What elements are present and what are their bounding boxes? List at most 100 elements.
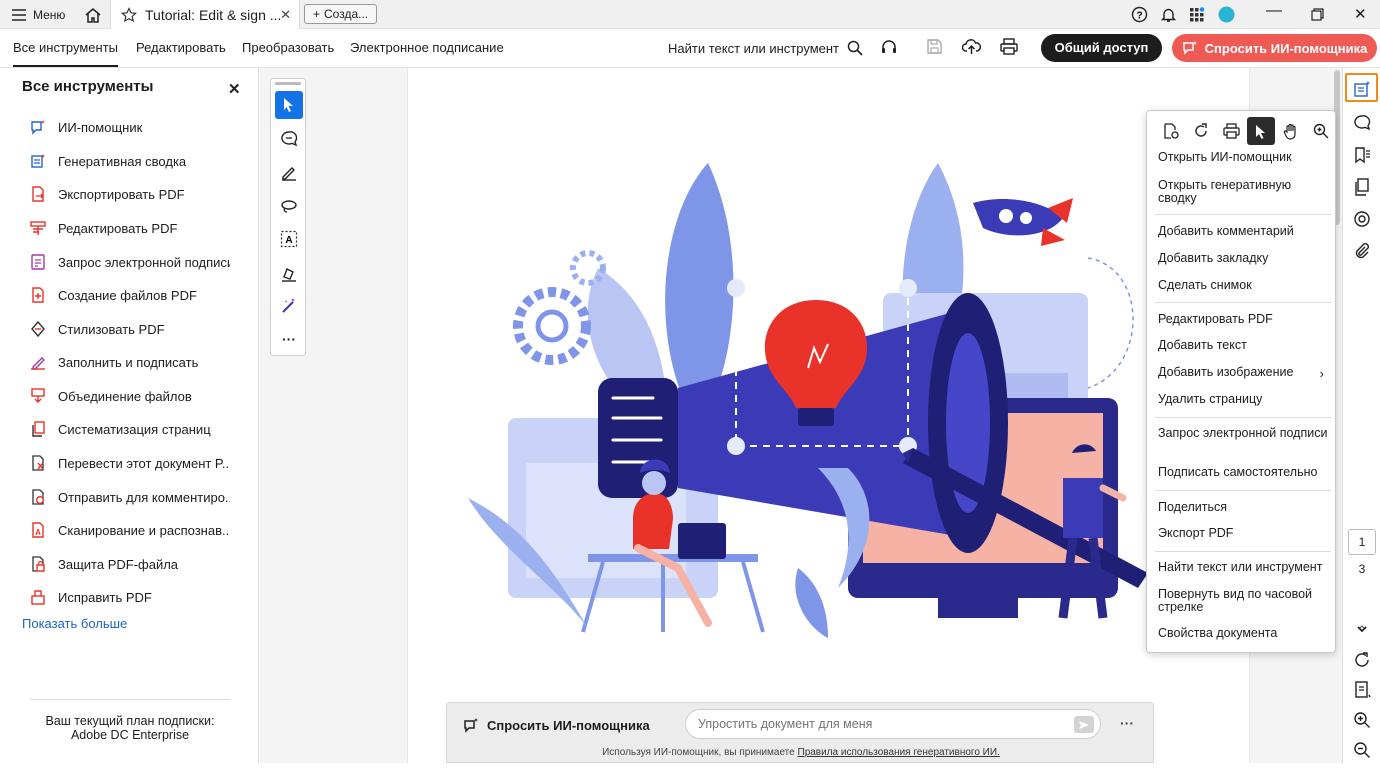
tool-fill-sign[interactable]: Заполнить и подписать [30, 351, 230, 373]
send-button[interactable] [1074, 716, 1094, 733]
attachment-icon[interactable] [1353, 242, 1371, 260]
drag-handle[interactable] [275, 82, 301, 85]
rotate-button[interactable] [1187, 117, 1215, 145]
create-tab-button[interactable]: + Созда... [304, 4, 378, 24]
tool-label: Сканирование и распознав... [58, 522, 230, 538]
close-tab-icon[interactable]: ✕ [280, 7, 291, 23]
apps-grid-icon[interactable] [1189, 6, 1206, 23]
share-button[interactable]: Общий доступ [1041, 34, 1162, 62]
ask-ai-button[interactable]: Спросить ИИ-помощника [1172, 34, 1377, 62]
tool-ai-assistant[interactable]: ИИ-помощник [30, 116, 230, 138]
menu-item-request-signature[interactable]: Запрос электронной подписи [1158, 427, 1330, 440]
stylize-pdf-icon [30, 321, 46, 337]
help-icon[interactable]: ? [1131, 6, 1148, 23]
cursor-arrow-icon [1255, 124, 1267, 139]
menu-item-find[interactable]: Найти текст или инструмент [1158, 561, 1330, 574]
sign-tool[interactable] [275, 259, 303, 287]
export-pdf-icon [30, 186, 46, 202]
close-window-icon[interactable]: ✕ [1354, 5, 1367, 23]
tool-label: Экспортировать PDF [58, 186, 185, 202]
ai-edit-tool[interactable] [275, 292, 303, 320]
highlight-tool[interactable] [275, 158, 303, 186]
pages-thumbnails-icon[interactable] [1353, 178, 1371, 196]
zoom-out-icon[interactable] [1353, 741, 1371, 759]
read-aloud-icon[interactable] [880, 38, 898, 56]
tool-edit-pdf[interactable]: Редактировать PDF [30, 217, 230, 239]
hand-tool-button[interactable] [1277, 117, 1305, 145]
home-button[interactable] [84, 0, 102, 29]
chevron-down-icon[interactable] [1353, 620, 1371, 638]
close-panel-icon[interactable]: ✕ [228, 80, 241, 98]
menu-item-share[interactable]: Поделиться [1158, 501, 1330, 514]
comment-tool[interactable] [275, 125, 303, 153]
layers-icon[interactable] [1353, 210, 1371, 228]
cursor-arrow-icon [282, 97, 296, 113]
avatar[interactable] [1218, 6, 1235, 23]
menu-item-add-comment[interactable]: Добавить комментарий [1158, 225, 1330, 238]
tab-convert[interactable]: Преобразовать [242, 29, 334, 67]
ai-bar-title[interactable]: Спросить ИИ-помощника [463, 717, 650, 733]
tool-combine-files[interactable]: Объединение файлов [30, 385, 230, 407]
find-text-tool[interactable]: Найти текст или инструмент [668, 29, 863, 67]
tab-e-sign[interactable]: Электронное подписание [350, 29, 504, 67]
select-cursor-button[interactable] [1247, 117, 1275, 145]
ai-prompt-input[interactable] [685, 709, 1101, 739]
plan-label: Ваш текущий план подписки: [45, 714, 215, 728]
bell-icon[interactable] [1160, 6, 1177, 23]
print-icon [1222, 123, 1240, 139]
comments-panel-icon[interactable] [1353, 114, 1371, 132]
tool-request-signature[interactable]: Запрос электронной подписи [30, 251, 230, 273]
minimize-icon[interactable]: — [1266, 2, 1282, 20]
combine-files-icon [30, 388, 46, 404]
page-view-icon[interactable] [1353, 681, 1371, 699]
zoom-button[interactable] [1307, 117, 1335, 145]
menu-item-rotate-clockwise[interactable]: Повернуть вид по часовой стрелке [1158, 588, 1330, 614]
menu-item-sign-yourself[interactable]: Подписать самостоятельно [1158, 466, 1330, 479]
tab-edit[interactable]: Редактировать [136, 29, 226, 67]
tool-protect-pdf[interactable]: Защита PDF-файла [30, 553, 230, 575]
document-page[interactable] [407, 68, 1250, 763]
menu-item-open-ai[interactable]: Открыть ИИ-помощник [1158, 151, 1330, 164]
menu-item-snapshot[interactable]: Сделать снимок [1158, 279, 1330, 292]
print-icon[interactable] [1000, 38, 1018, 55]
show-more-link[interactable]: Показать больше [22, 616, 127, 631]
menu-button[interactable]: Меню [12, 0, 65, 29]
zoom-in-icon[interactable] [1353, 711, 1371, 729]
draw-tool[interactable] [275, 192, 303, 220]
page-thumbnail-button[interactable] [1157, 117, 1185, 145]
more-tools-icon[interactable]: ··· [275, 325, 303, 353]
menu-item-document-properties[interactable]: Свойства документа [1158, 627, 1330, 640]
tool-generative-summary[interactable]: Генеративная сводка [30, 150, 230, 172]
tool-scan-ocr[interactable]: A Сканирование и распознав... [30, 519, 230, 541]
tool-fix-pdf[interactable]: Исправить PDF [30, 586, 230, 608]
menu-item-open-summary[interactable]: Открыть генеративную сводку [1158, 179, 1330, 205]
current-page-input[interactable]: 1 [1348, 529, 1376, 555]
text-box-tool[interactable]: A [275, 225, 303, 253]
tool-translate[interactable]: Перевести этот документ P... [30, 452, 230, 474]
menu-item-add-image[interactable]: Добавить изображение › [1158, 366, 1330, 381]
menu-item-edit-pdf[interactable]: Редактировать PDF [1158, 313, 1330, 326]
ai-terms-link[interactable]: Правила использования генеративного ИИ. [798, 747, 1000, 758]
menu-item-export-pdf[interactable]: Экспорт PDF [1158, 527, 1330, 540]
tab-all-tools[interactable]: Все инструменты [13, 29, 118, 67]
tool-organize-pages[interactable]: Систематизация страниц [30, 418, 230, 440]
tool-create-pdf[interactable]: Создание файлов PDF [30, 284, 230, 306]
refresh-icon[interactable] [1353, 651, 1371, 669]
maximize-icon[interactable] [1311, 8, 1324, 21]
more-options-icon[interactable]: ··· [1120, 715, 1134, 731]
menu-item-delete-page[interactable]: Удалить страницу [1158, 393, 1330, 406]
print-button[interactable] [1217, 117, 1245, 145]
tab-document[interactable]: Tutorial: Edit & sign ... ✕ [110, 0, 300, 29]
cloud-upload-icon[interactable] [962, 38, 981, 55]
tool-send-for-comment[interactable]: Отправить для комментиро... [30, 486, 230, 508]
star-icon[interactable] [121, 6, 137, 23]
bookmark-icon[interactable] [1353, 146, 1371, 164]
tool-label: Объединение файлов [58, 388, 192, 404]
save-icon[interactable] [926, 38, 943, 55]
menu-item-add-bookmark[interactable]: Добавить закладку [1158, 252, 1330, 265]
tool-export-pdf[interactable]: Экспортировать PDF [30, 183, 230, 205]
tool-label: Заполнить и подписать [58, 354, 199, 370]
select-tool[interactable] [275, 91, 303, 119]
menu-item-add-text[interactable]: Добавить текст [1158, 339, 1330, 352]
tool-stylize-pdf[interactable]: Стилизовать PDF [30, 318, 230, 340]
